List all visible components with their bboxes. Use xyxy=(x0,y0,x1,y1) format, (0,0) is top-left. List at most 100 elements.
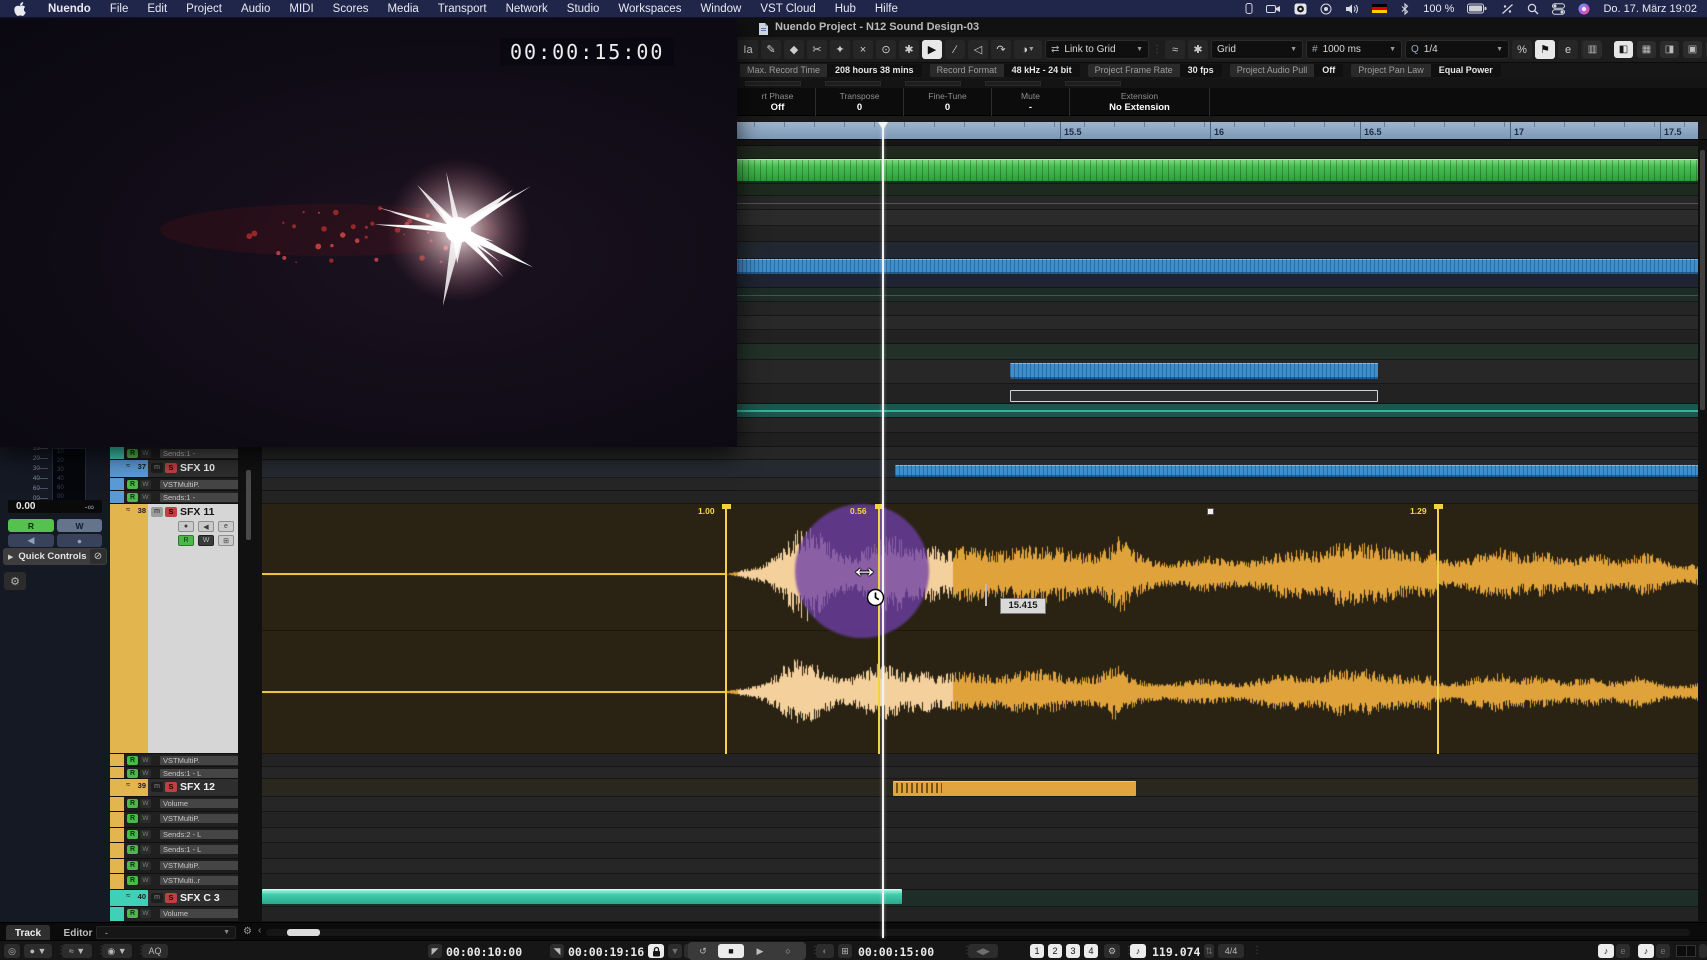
screen-record-icon[interactable] xyxy=(1266,3,1281,15)
time-format-icon[interactable]: ⊞ xyxy=(838,944,852,958)
lane-write-button[interactable]: W xyxy=(140,814,151,823)
glue-tool-button[interactable]: ✦ xyxy=(830,40,850,59)
lane-read-button[interactable]: R xyxy=(127,876,138,885)
marker-2-button[interactable]: 2 xyxy=(1048,944,1062,958)
menu-transport[interactable]: Transport xyxy=(438,3,487,15)
tempo-spinner[interactable]: ⇅ xyxy=(1204,944,1214,958)
menu-studio[interactable]: Studio xyxy=(567,3,600,15)
time-signature[interactable]: 4/4 xyxy=(1218,944,1244,958)
record-enable-button[interactable]: ● xyxy=(57,534,102,547)
crossfade-button[interactable]: ≈ xyxy=(1165,40,1185,59)
mute-button[interactable]: m xyxy=(151,507,163,517)
monitor-button[interactable]: ◀ xyxy=(198,521,214,532)
menu-midi[interactable]: MIDI xyxy=(289,3,313,15)
draw-tool-button[interactable]: ✎ xyxy=(761,40,781,59)
click-icon[interactable]: ◎ xyxy=(4,944,20,958)
menu-hub[interactable]: Hub xyxy=(835,3,856,15)
left-locator-icon[interactable]: ◤ xyxy=(428,944,442,958)
menu-scores[interactable]: Scores xyxy=(333,3,369,15)
vertical-scrollbar[interactable] xyxy=(1698,140,1707,940)
write-automation-button[interactable]: W xyxy=(198,535,214,546)
horizontal-scroll-thumb[interactable] xyxy=(287,929,320,936)
status-item-4[interactable]: Project Pan LawEqual Power xyxy=(1351,64,1501,77)
right-locator-time[interactable]: 00:00:19:16 xyxy=(568,945,644,959)
lane-write-button[interactable]: W xyxy=(140,493,151,502)
info-field-mute[interactable]: Mute- xyxy=(992,88,1070,116)
keyboard-battery-icon[interactable] xyxy=(1245,2,1253,15)
apple-menu-icon[interactable] xyxy=(14,2,26,16)
play-tool-button[interactable]: ▶ xyxy=(922,40,942,59)
snap-type-dropdown[interactable]: Grid▼ xyxy=(1211,40,1303,59)
lane-write-button[interactable]: W xyxy=(140,876,151,885)
assistant-icon[interactable] xyxy=(1578,3,1590,15)
record-button[interactable]: ○ xyxy=(776,944,800,958)
lane-write-button[interactable]: W xyxy=(140,845,151,854)
info-field-rt-phase[interactable]: rt PhaseOff xyxy=(740,88,816,116)
range-outline-box[interactable] xyxy=(1010,390,1378,402)
audio-out-activity-icon[interactable]: e xyxy=(1656,944,1670,958)
mute-button[interactable]: m xyxy=(151,893,163,903)
read-automation-button[interactable]: R xyxy=(8,519,54,532)
zone-setup-button[interactable]: ▣ xyxy=(1683,41,1702,58)
lane-write-button[interactable]: W xyxy=(140,909,151,918)
chord-track-field[interactable]: - ▼ xyxy=(96,926,236,939)
teal-clip-sfxc3[interactable] xyxy=(262,889,902,904)
record-icon[interactable] xyxy=(1320,3,1332,15)
hand-tool-button[interactable]: ✱ xyxy=(899,40,919,59)
iterative-quantize-icon[interactable]: % xyxy=(1512,40,1532,59)
menu-file[interactable]: File xyxy=(110,3,129,15)
marker-settings-button[interactable]: ⚙ xyxy=(1104,944,1120,958)
vertical-scroll-thumb[interactable] xyxy=(1700,150,1705,410)
setup-window-layout-button[interactable]: ▥ xyxy=(1583,41,1602,58)
locator-lock-button[interactable] xyxy=(648,944,664,958)
info-field-extension[interactable]: ExtensionNo Extension xyxy=(1070,88,1210,116)
monitor-button[interactable]: ◀ xyxy=(8,534,54,547)
audio-quantize-button[interactable]: AQ xyxy=(142,944,168,958)
lane-read-button[interactable]: R xyxy=(127,814,138,823)
ruler-options-corner[interactable] xyxy=(1698,122,1707,140)
lane-read-button[interactable]: R xyxy=(127,861,138,870)
solo-button[interactable]: S xyxy=(165,507,177,517)
control-center-icon[interactable] xyxy=(1552,3,1565,15)
lane-read-button[interactable]: R xyxy=(127,756,138,765)
write-automation-button[interactable]: W xyxy=(57,519,102,532)
solo-button[interactable]: S xyxy=(165,893,177,903)
blue-clip-mid[interactable] xyxy=(1010,363,1378,379)
lane-write-button[interactable]: W xyxy=(140,799,151,808)
mute-tool-button[interactable]: × xyxy=(853,40,873,59)
color-tool-button[interactable]: ◑▼ xyxy=(1014,40,1042,59)
search-icon[interactable] xyxy=(1527,3,1539,15)
audio-in-activity-icon[interactable]: ♪ xyxy=(1638,944,1654,958)
marker-3-button[interactable]: 3 xyxy=(1066,944,1080,958)
volume-icon[interactable] xyxy=(1345,3,1359,15)
bluetooth-icon[interactable] xyxy=(1400,3,1410,15)
lane-write-button[interactable]: W xyxy=(140,830,151,839)
lower-zone-button[interactable]: ▦ xyxy=(1637,41,1656,58)
record-mode-menu[interactable]: ● ▼ xyxy=(24,944,52,958)
tab-editor[interactable]: Editor xyxy=(56,925,100,941)
left-locator-time[interactable]: 00:00:10:00 xyxy=(446,945,522,959)
lane-read-button[interactable]: R xyxy=(127,909,138,918)
event-start-line[interactable] xyxy=(725,504,727,754)
quantize-dropdown[interactable]: Q1/4▼ xyxy=(1405,40,1509,59)
tab-track[interactable]: Track xyxy=(6,925,50,941)
snap-point-line[interactable] xyxy=(878,504,880,754)
bypass-icon[interactable]: ⊘ xyxy=(90,549,106,564)
edit-channel-button[interactable]: e xyxy=(218,521,234,532)
lane-read-button[interactable]: R xyxy=(127,480,138,489)
menu-nuendo[interactable]: Nuendo xyxy=(48,3,91,15)
snap-link-dropdown[interactable]: ⇄Link to Grid▼ xyxy=(1045,40,1149,59)
status-item-2[interactable]: Project Frame Rate30 fps xyxy=(1088,64,1222,77)
battery-icon[interactable] xyxy=(1467,3,1488,14)
flag-icon[interactable]: ⚑ xyxy=(1535,40,1555,59)
mute-button[interactable]: m xyxy=(151,463,163,473)
tempo-value[interactable]: 119.074 xyxy=(1152,945,1200,959)
zoom-tool-button[interactable]: ⊙ xyxy=(876,40,896,59)
lane-write-button[interactable]: W xyxy=(140,861,151,870)
left-zone-button[interactable]: ◧ xyxy=(1614,41,1633,58)
punch-in-button[interactable]: ▼ xyxy=(668,944,682,958)
video-player-window[interactable]: 00:00:15:00 xyxy=(0,18,737,447)
fader-value[interactable]: 0.00 xyxy=(16,501,35,512)
menu-window[interactable]: Window xyxy=(700,3,741,15)
midi-out-activity-icon[interactable]: e xyxy=(1616,944,1630,958)
